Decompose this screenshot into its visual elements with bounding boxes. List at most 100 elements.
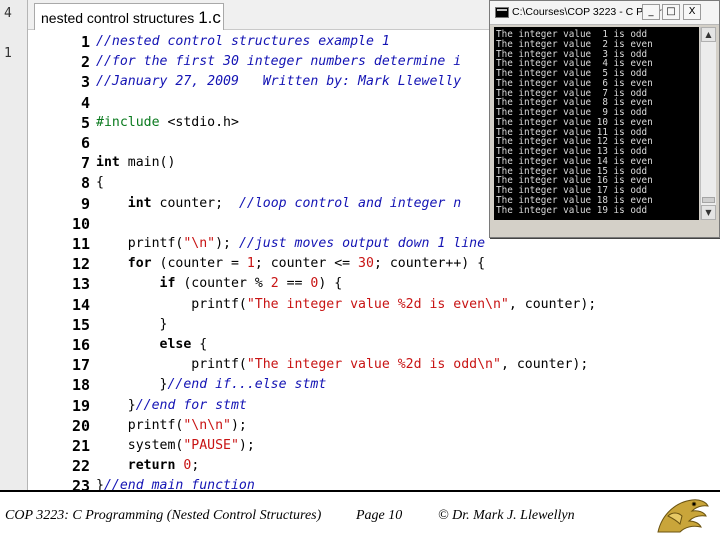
code-token: { [96,175,104,191]
code-line: printf("The integer value %2d is odd\n",… [96,355,588,375]
code-token: printf( [96,296,247,312]
code-token: ) { [318,276,343,292]
code-token: "PAUSE" [183,438,239,453]
code-token: for [127,256,152,272]
close-button[interactable]: X [683,4,701,20]
code-token: //loop control and integer n [238,195,462,211]
code-token: == [278,276,311,292]
left-pane-strip: 4 1 [0,0,28,490]
line-number: 20 [71,416,90,435]
line-number: 5 [80,113,90,132]
file-tab-name: nested control structures [41,10,199,26]
code-token: } [96,397,136,413]
scroll-down-arrow-icon[interactable]: ▼ [701,205,716,220]
code-line: //for the first 30 integer numbers deter… [96,52,461,72]
code-token: return [127,458,176,474]
left-strip-char: 4 [4,6,12,21]
file-tab[interactable]: nested control structures 1.c [34,3,224,30]
code-line: int counter; //loop control and integer … [96,194,461,214]
minimize-button[interactable]: _ [642,4,660,20]
code-token: "\n" [183,236,216,251]
code-line: printf("The integer value %2d is even\n"… [96,295,596,315]
line-number: 1 [80,33,90,51]
code-token: , counter); [500,357,589,373]
left-strip-char: 1 [4,46,12,61]
console-scrollbar[interactable]: ▲ ▼ [700,27,716,220]
scroll-up-arrow-icon[interactable]: ▲ [701,27,716,42]
code-line: for (counter = 1; counter <= 30; counter… [96,254,485,274]
code-line: }//end if...else stmt [96,375,327,395]
line-number: 18 [71,376,90,395]
line-number: 7 [80,154,90,173]
file-tab-ext: 1.c [198,8,221,27]
line-number: 2 [80,53,90,72]
footer-course-title: COP 3223: C Programming (Nested Control … [5,508,322,523]
line-number: 14 [71,295,90,314]
code-line: #include <stdio.h> [96,113,239,133]
code-token: main() [119,155,176,171]
line-number: 10 [71,214,90,233]
code-token: #include [96,114,168,130]
line-number: 15 [71,315,90,334]
code-token: <stdio.h> [167,114,239,130]
code-token: int [127,195,152,211]
console-output-line: The integer value 6 is even [496,77,653,89]
code-token: else [159,337,192,352]
console-title-bar[interactable]: C:\Courses\COP 3223 - C Progr... _ □ X [490,1,719,25]
footer-page-number: Page 10 [356,508,403,523]
line-number: 6 [80,134,90,152]
logo-shape [657,499,709,533]
code-token: ; counter <= [254,256,359,272]
code-token: } [96,316,168,332]
code-token: system( [96,438,184,453]
slide-footer: COP 3223: C Programming (Nested Control … [0,492,720,540]
line-number: 21 [71,437,90,455]
line-number-gutter: 1 2 3 4 5 6 7 8 9 10 11 12 13 14 15 16 17 18 19 20 21 22 23 [36,32,94,495]
line-number: 8 [80,174,90,193]
code-token: "The integer value %2d is odd\n" [246,357,501,373]
maximize-button[interactable]: □ [662,4,680,20]
code-token: printf( [96,417,184,433]
code-token: "The integer value %2d is even\n" [246,296,509,312]
line-number: 11 [71,235,90,253]
code-token: (counter % [175,276,271,292]
scrollbar-thumb[interactable] [702,197,715,203]
line-number: 17 [71,356,90,375]
line-number: 16 [71,336,90,354]
code-token: printf( [96,357,247,373]
code-token: printf( [96,236,184,251]
line-number: 22 [71,457,90,476]
code-line: }//end for stmt [96,396,247,416]
code-line: { [96,173,104,193]
code-token: 30 [358,256,374,272]
code-token: } [96,377,168,393]
code-token: counter; [151,195,239,211]
console-app-icon [495,7,509,18]
code-token: //nested control structures example 1 [96,34,390,49]
pegasus-logo-icon [657,499,709,533]
line-number: 3 [80,73,90,92]
code-token: //January 27, 2009 Written by: Mark Llew… [96,74,462,90]
console-output: The integer value 1 is odd The integer va… [494,27,699,220]
code-line: return 0; [96,456,200,476]
code-line: printf("\n\n"); [96,416,247,436]
code-token: 1 [246,256,255,272]
code-token: //for the first 30 integer numbers deter… [96,54,462,70]
code-line: printf("\n"); //just moves output down 1… [96,234,485,254]
code-line: } [96,315,168,335]
console-window[interactable]: C:\Courses\COP 3223 - C Progr... _ □ X T… [489,0,720,238]
code-token: ); [238,438,255,453]
console-output-line: The integer value 19 is odd [496,204,648,216]
code-line: //nested control structures example 1 [96,32,390,52]
code-token: (counter = [151,256,247,272]
code-token: //just moves output down 1 line [238,236,486,251]
code-line: system("PAUSE"); [96,436,255,456]
code-token: ); [230,417,247,433]
line-number: 12 [71,255,90,274]
line-number: 4 [80,93,90,112]
footer-copyright: © Dr. Mark J. Llewellyn [438,508,575,523]
